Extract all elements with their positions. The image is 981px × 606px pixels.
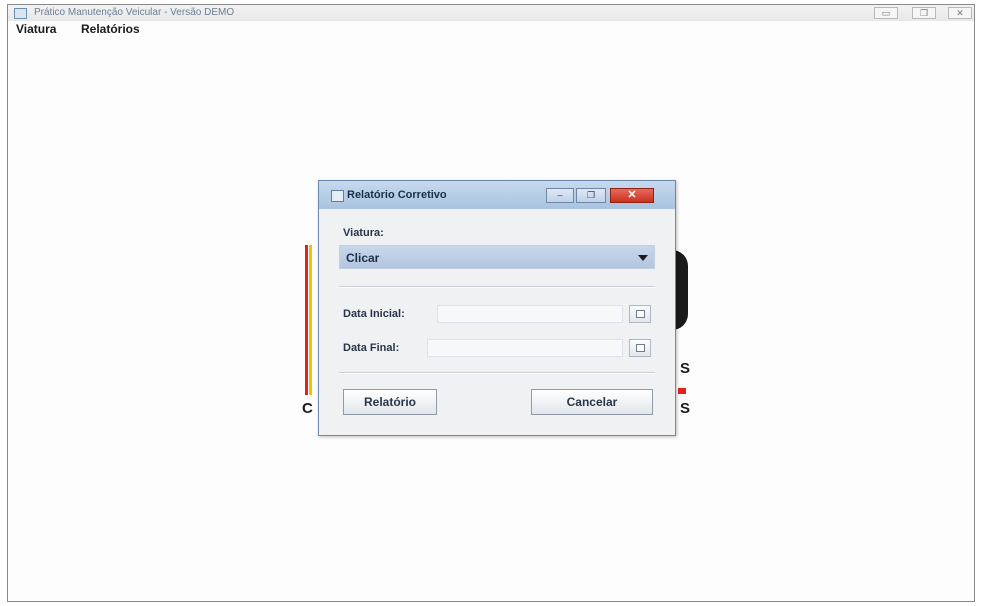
logo-letter: S	[680, 400, 691, 417]
viatura-select[interactable]: Clicar	[339, 245, 655, 269]
calendar-icon	[636, 310, 645, 318]
relatorio-corretivo-dialog: Relatório Corretivo – ❐ ✕ Viatura: Clica…	[318, 180, 676, 436]
dialog-titlebar[interactable]: Relatório Corretivo – ❐ ✕	[319, 181, 675, 209]
viatura-label: Viatura:	[343, 227, 384, 239]
relatorio-button[interactable]: Relatório	[343, 389, 437, 415]
viatura-select-value: Clicar	[346, 251, 380, 265]
separator	[339, 286, 655, 288]
data-inicial-label: Data Inicial:	[343, 308, 405, 320]
dialog-title: Relatório Corretivo	[347, 189, 447, 201]
data-final-calendar-button[interactable]	[629, 339, 651, 357]
app-icon	[14, 8, 27, 19]
data-inicial-calendar-button[interactable]	[629, 305, 651, 323]
menubar: Viatura Relatórios	[8, 21, 974, 39]
logo-stripe-red	[305, 245, 308, 395]
separator	[339, 372, 655, 374]
dialog-maximize-button[interactable]: ❐	[576, 188, 606, 203]
data-inicial-field[interactable]	[437, 305, 623, 323]
chevron-down-icon[interactable]	[638, 255, 648, 261]
menu-relatorios[interactable]: Relatórios	[81, 22, 140, 36]
dialog-close-button[interactable]: ✕	[610, 188, 654, 203]
logo-letter: S	[680, 360, 691, 377]
menu-viatura[interactable]: Viatura	[16, 22, 56, 36]
dialog-minimize-button[interactable]: –	[546, 188, 574, 203]
logo-letter: C	[302, 400, 313, 417]
window-title: Prático Manutenção Veicular - Versão DEM…	[34, 7, 235, 18]
calendar-icon	[636, 344, 645, 352]
close-button[interactable]: ✕	[948, 7, 972, 19]
logo-stripe-red-right	[678, 388, 686, 394]
data-final-label: Data Final:	[343, 342, 400, 354]
maximize-button[interactable]: ❐	[912, 7, 936, 19]
window-titlebar: Prático Manutenção Veicular - Versão DEM…	[8, 5, 974, 21]
minimize-button[interactable]: ▭	[874, 7, 898, 19]
data-final-field[interactable]	[427, 339, 623, 357]
dialog-window-icon	[331, 190, 344, 202]
cancel-button[interactable]: Cancelar	[531, 389, 653, 415]
logo-stripe-yellow	[309, 245, 312, 395]
